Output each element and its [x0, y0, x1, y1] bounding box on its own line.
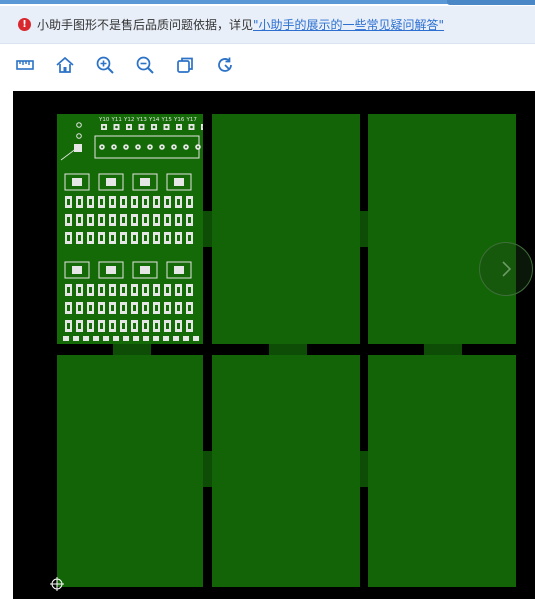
pcb-panel-top-middle [212, 114, 360, 344]
silkscreen-label: Y11 [111, 117, 122, 123]
silkscreen-label: Y16 [173, 117, 185, 123]
break-tab [360, 211, 368, 247]
silkscreen-label: Y12 [123, 117, 134, 123]
notice-bar: ! 小助手图形不是售后品质问题依据，详见 "小助手的展示的一些常见疑问解答" [0, 6, 535, 44]
break-tab [424, 344, 462, 355]
silkscreen-label: Y15 [161, 117, 173, 123]
next-button[interactable] [479, 242, 533, 296]
zoom-out-icon[interactable] [134, 54, 156, 76]
break-tab [113, 344, 151, 355]
notice-text: 小助手图形不是售后品质问题依据，详见 [37, 18, 254, 32]
silkscreen-label: Y17 [186, 117, 198, 123]
ruler-icon[interactable] [14, 54, 36, 76]
silkscreen-label: Y13 [136, 117, 148, 123]
copy-icon[interactable] [174, 54, 196, 76]
home-icon[interactable] [54, 54, 76, 76]
pcb-panel-bottom-right [368, 355, 516, 587]
viewer-toolbar [0, 46, 535, 84]
refresh-icon[interactable] [214, 54, 236, 76]
zoom-in-icon[interactable] [94, 54, 116, 76]
pcb-silkscreen: Y10 Y11 Y12 Y13 Y14 Y15 Y16 Y17 [60, 117, 207, 341]
break-tab [360, 451, 368, 487]
pcb-panel-bottom-middle [212, 355, 360, 587]
pcb-panel-top-right [368, 114, 516, 344]
chevron-right-icon [502, 261, 512, 277]
pcb-panel-bottom-left [57, 355, 203, 587]
top-tab [447, 0, 535, 5]
break-tab [203, 451, 212, 487]
silkscreen-label: Y14 [148, 117, 160, 123]
pcb-viewer[interactable]: Y10 Y11 Y12 Y13 Y14 Y15 Y16 Y17 [13, 91, 535, 599]
break-tab [203, 211, 212, 247]
warning-icon: ! [18, 18, 31, 31]
faq-link[interactable]: "小助手的展示的一些常见疑问解答" [253, 16, 444, 33]
crosshair-icon [50, 577, 64, 591]
pcb-board-top-left: Y10 Y11 Y12 Y13 Y14 Y15 Y16 Y17 [57, 114, 207, 344]
silkscreen-label: Y10 [98, 117, 110, 123]
break-tab [269, 344, 307, 355]
